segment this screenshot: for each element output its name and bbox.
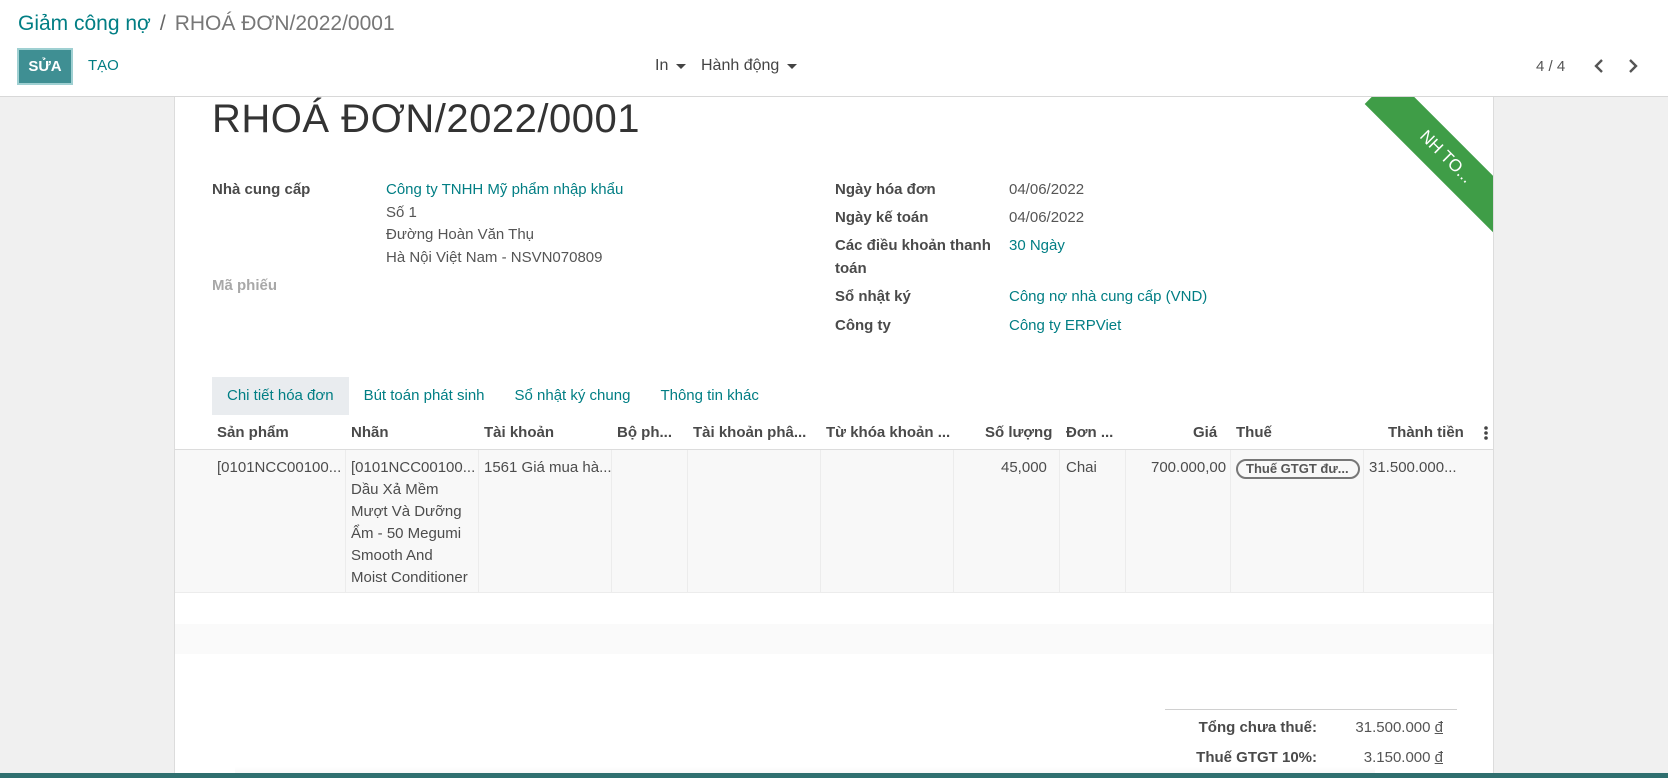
breadcrumb: Giảm công nợ / RHOÁ ĐƠN/2022/0001 bbox=[18, 12, 395, 36]
tab-other-info[interactable]: Thông tin khác bbox=[645, 377, 773, 415]
cell-quantity: 45,000 bbox=[1001, 459, 1047, 476]
breadcrumb-separator: / bbox=[159, 12, 166, 35]
column-header-account[interactable]: Tài khoản bbox=[484, 424, 554, 441]
control-panel: Giảm công nợ / RHOÁ ĐƠN/2022/0001 SỬA TẠ… bbox=[0, 0, 1668, 97]
column-header-subtotal[interactable]: Thành tiền bbox=[1388, 424, 1464, 441]
untaxed-total-label: Tổng chưa thuế: bbox=[1198, 719, 1317, 736]
caret-down-icon bbox=[787, 63, 798, 69]
column-header-uom[interactable]: Đơn ... bbox=[1066, 424, 1113, 441]
column-header-department[interactable]: Bộ ph... bbox=[617, 424, 672, 441]
breadcrumb-current: RHOÁ ĐƠN/2022/0001 bbox=[174, 12, 395, 35]
journal-link[interactable]: Công nợ nhà cung cấp (VND) bbox=[1009, 288, 1207, 305]
accounting-date-label: Ngày kế toán bbox=[835, 209, 929, 226]
cell-account: 1561 Giá mua hà... bbox=[484, 459, 612, 476]
document-title: RHOÁ ĐƠN/2022/0001 bbox=[212, 97, 640, 141]
accounting-date-value: 04/06/2022 bbox=[1009, 209, 1085, 226]
vat-total-label: Thuế GTGT 10%: bbox=[1196, 749, 1317, 766]
company-label: Công ty bbox=[835, 317, 891, 334]
table-row[interactable]: [0101NCC00100... [0101NCC00100... Dầu Xả… bbox=[175, 450, 1493, 593]
create-button[interactable]: TẠO bbox=[88, 57, 119, 74]
pager-value[interactable]: 4 / 4 bbox=[1536, 58, 1565, 75]
tab-general-journal[interactable]: Sổ nhật ký chung bbox=[500, 377, 646, 415]
cell-price: 700.000,00 bbox=[1151, 459, 1227, 476]
currency-symbol: đ bbox=[1434, 719, 1443, 736]
chevron-right-icon bbox=[1629, 59, 1638, 73]
column-header-keyword[interactable]: Từ khóa khoản ... bbox=[826, 424, 950, 441]
print-dropdown-label: In bbox=[655, 57, 669, 74]
table-header: Sản phẩm Nhãn Tài khoản Bộ ph... Tài kho… bbox=[175, 415, 1493, 450]
cell-product: [0101NCC00100... bbox=[217, 459, 342, 476]
pager-previous-button[interactable] bbox=[1590, 56, 1608, 76]
cell-label: Ẩm - 50 Megumi bbox=[351, 525, 462, 542]
invoice-date-label: Ngày hóa đơn bbox=[835, 181, 936, 198]
chevron-left-icon bbox=[1594, 59, 1603, 73]
company-link[interactable]: Công ty ERPViet bbox=[1009, 317, 1121, 334]
print-dropdown[interactable]: In bbox=[655, 57, 687, 75]
tab-invoice-lines[interactable]: Chi tiết hóa đơn bbox=[212, 377, 349, 415]
cell-label: [0101NCC00100... bbox=[351, 459, 476, 476]
column-header-quantity[interactable]: Số lượng bbox=[985, 424, 1052, 441]
cell-label: Dầu Xả Mềm bbox=[351, 481, 439, 498]
cell-label: Moist Conditioner bbox=[351, 569, 468, 586]
untaxed-total-value: 31.500.000 đ bbox=[1323, 719, 1443, 736]
totals-divider bbox=[1165, 709, 1457, 710]
breadcrumb-parent-link[interactable]: Giảm công nợ bbox=[18, 12, 151, 36]
journal-label: Sổ nhật ký bbox=[835, 288, 911, 305]
vendor-address-line: Hà Nội Việt Nam - NSVN070809 bbox=[386, 249, 603, 266]
invoice-date-value: 04/06/2022 bbox=[1009, 181, 1085, 198]
page-bottom-bar bbox=[0, 773, 1668, 778]
currency-symbol: đ bbox=[1434, 749, 1443, 766]
column-header-tax[interactable]: Thuế bbox=[1236, 424, 1272, 441]
pager-next-button[interactable] bbox=[1624, 56, 1642, 76]
vendor-address-line: Đường Hoàn Văn Thụ bbox=[386, 226, 535, 243]
untaxed-amount: 31.500.000 bbox=[1355, 719, 1431, 736]
vat-amount: 3.150.000 bbox=[1363, 749, 1431, 766]
status-ribbon: NH TO... bbox=[1364, 97, 1493, 239]
cell-label: Mượt Và Dưỡng bbox=[351, 503, 462, 520]
column-header-price[interactable]: Giá bbox=[1193, 424, 1217, 441]
cell-label: Smooth And bbox=[351, 547, 433, 564]
action-dropdown[interactable]: Hành động bbox=[701, 57, 798, 75]
empty-row bbox=[175, 624, 1493, 654]
vendor-address-line: Số 1 bbox=[386, 204, 417, 221]
cell-uom: Chai bbox=[1066, 459, 1097, 476]
vat-total-value: 3.150.000 đ bbox=[1323, 749, 1443, 766]
tax-badge: Thuế GTGT đư... bbox=[1236, 459, 1360, 479]
optional-columns-icon[interactable] bbox=[1484, 425, 1488, 441]
payment-terms-link[interactable]: 30 Ngày bbox=[1009, 237, 1065, 254]
edit-button[interactable]: SỬA bbox=[17, 48, 73, 85]
payment-terms-label: Các điều khoản thanh bbox=[835, 237, 991, 254]
vendor-label: Nhà cung cấp bbox=[212, 181, 311, 198]
reference-label: Mã phiếu bbox=[212, 277, 278, 294]
column-header-label[interactable]: Nhãn bbox=[351, 424, 389, 441]
payment-terms-label: toán bbox=[835, 260, 867, 277]
action-dropdown-label: Hành động bbox=[701, 57, 780, 74]
tab-journal-items[interactable]: Bút toán phát sinh bbox=[349, 377, 500, 415]
vendor-link[interactable]: Công ty TNHH Mỹ phẩm nhập khẩu bbox=[386, 181, 623, 198]
form-sheet: RHOÁ ĐƠN/2022/0001 NH TO... Nhà cung cấp… bbox=[174, 97, 1494, 778]
notebook-tabs: Chi tiết hóa đơn Bút toán phát sinh Sổ n… bbox=[212, 377, 774, 415]
cell-subtotal: 31.500.000... bbox=[1369, 459, 1457, 476]
column-header-product[interactable]: Sản phẩm bbox=[217, 424, 289, 441]
column-header-analytic-account[interactable]: Tài khoản phâ... bbox=[693, 424, 806, 441]
caret-down-icon bbox=[676, 63, 687, 69]
